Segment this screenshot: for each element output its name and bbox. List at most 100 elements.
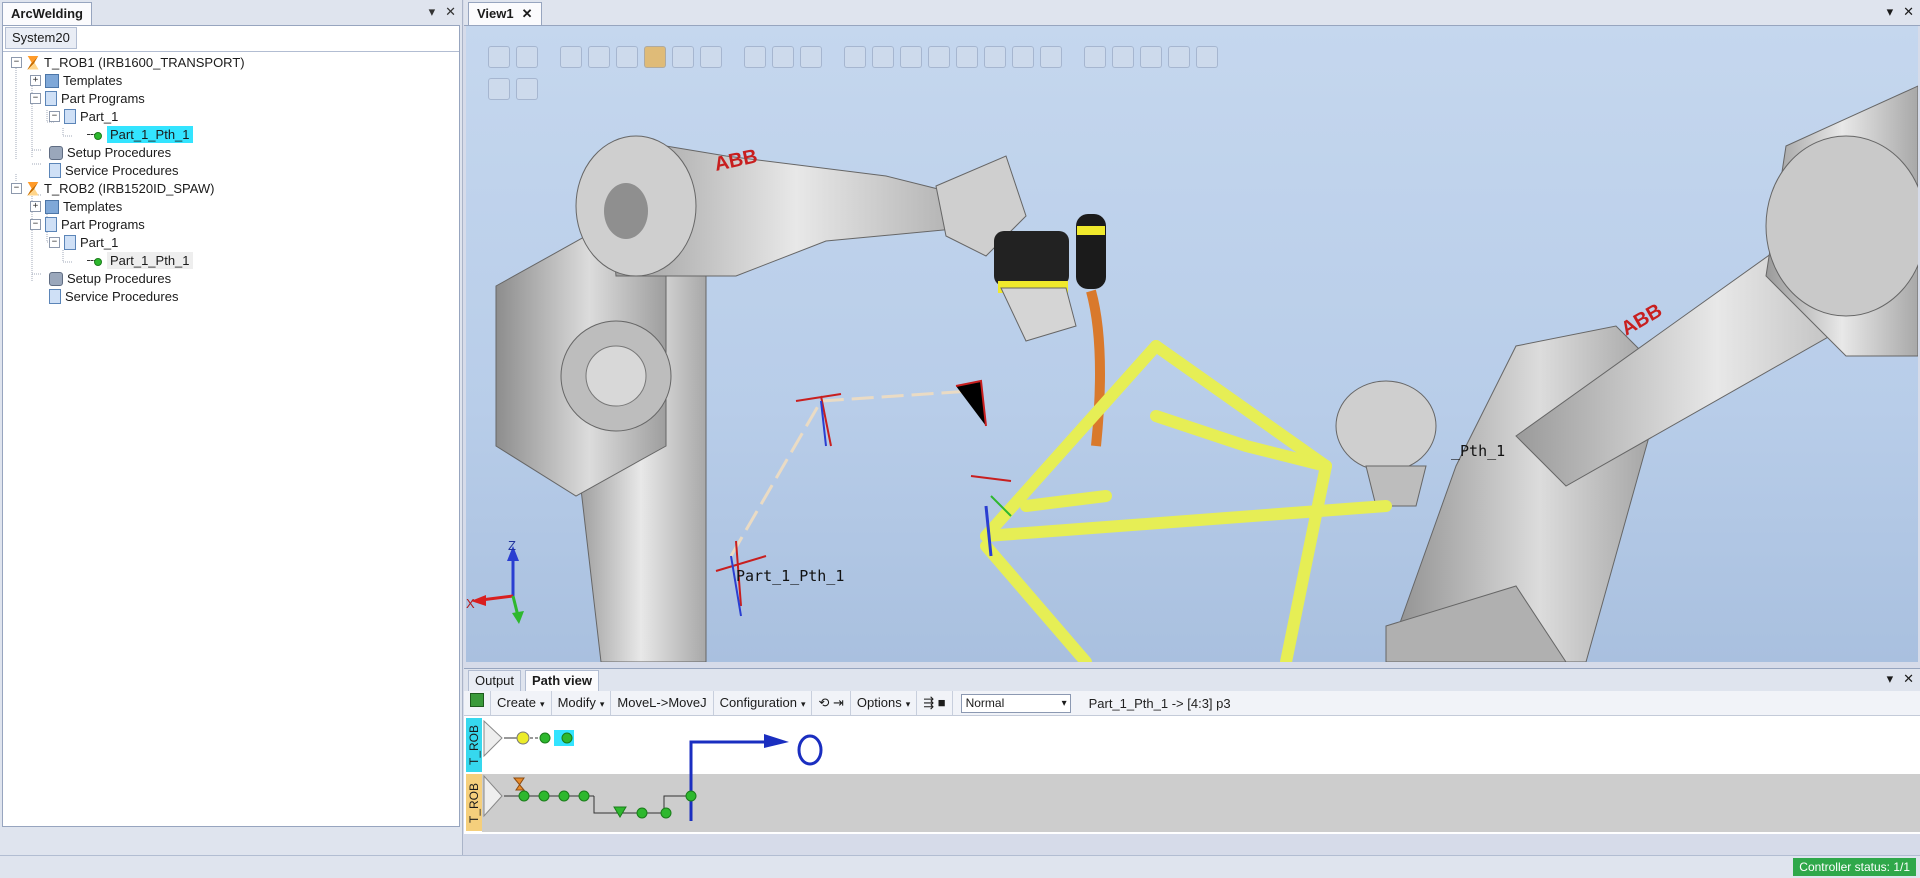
measure-minimum-icon[interactable] [1168, 46, 1190, 68]
snap-off-icon[interactable] [1040, 46, 1062, 68]
tree-item-part-programs-2[interactable]: − Part Programs [30, 216, 145, 233]
tree-item-path-1[interactable]: Part_1_Pth_1 [87, 126, 193, 143]
collapse-icon[interactable]: − [11, 183, 22, 194]
scene: ABB ABB Z X Part_1_Pth_1 _Pth_1 [466, 85, 1918, 662]
select-part-icon[interactable] [644, 46, 666, 68]
templates-icon [45, 73, 59, 88]
view-center-icon[interactable] [516, 46, 538, 68]
select-target-icon[interactable] [744, 46, 766, 68]
right-robot[interactable] [1335, 85, 1918, 662]
run-path-icon[interactable]: ⇶ ■ [917, 691, 953, 715]
movel-movej-button[interactable]: MoveL->MoveJ [611, 691, 714, 715]
tab-path-view[interactable]: Path view [525, 670, 599, 691]
select-frame-icon[interactable] [800, 46, 822, 68]
snap-edge-icon[interactable] [900, 46, 922, 68]
tree-item-path-2[interactable]: Part_1_Pth_1 [87, 252, 193, 269]
view-all-icon[interactable] [488, 46, 510, 68]
snap-local-origin-icon[interactable] [984, 46, 1006, 68]
measure-angle-icon[interactable] [1112, 46, 1134, 68]
view-menu-icon[interactable]: ▾ [1887, 4, 1894, 19]
tree-item-t-rob1[interactable]: − T_ROB1 (IRB1600_TRANSPORT) [11, 54, 245, 71]
bicycle-frame[interactable] [980, 340, 1392, 662]
create-menu[interactable]: Create ▾ [491, 691, 552, 715]
snap-grid-icon[interactable] [1012, 46, 1034, 68]
collapse-icon[interactable]: − [49, 111, 60, 122]
snap-end-icon[interactable] [928, 46, 950, 68]
create-label: Create [497, 695, 537, 710]
path-lanes: T_ROB T_ROB [464, 716, 1920, 834]
arcwelding-panel: ArcWelding ▾ ✕ System20 − T_ROB1 (IRB1600_… [0, 0, 463, 855]
expand-icon[interactable]: + [30, 75, 41, 86]
panel-controls: ▾ ✕ [419, 4, 456, 20]
lane1-start-marker[interactable] [483, 719, 503, 758]
path-view-icon[interactable] [464, 691, 491, 715]
dropdown-arrow-icon: ▾ [599, 699, 605, 709]
snap-object-icon[interactable] [844, 46, 866, 68]
bottom-controls: ▾ ✕ [1877, 671, 1914, 687]
path-label-right: _Pth_1 [1451, 442, 1505, 460]
dropdown-arrow-icon: ▾ [905, 699, 911, 709]
system-tab[interactable]: System20 [5, 27, 77, 49]
modify-menu[interactable]: Modify ▾ [552, 691, 612, 715]
path-point-selected[interactable] [561, 732, 573, 744]
tree-label: Part Programs [61, 91, 145, 106]
configuration-label: Configuration [719, 695, 797, 710]
close-view-icon[interactable]: ✕ [522, 6, 533, 21]
path-info: Part_1_Pth_1 -> [4:3] p3 [1088, 695, 1231, 711]
sync-buttons[interactable]: ⟲ ⇥ [812, 691, 851, 715]
tree-label-selected: Part_1_Pth_1 [107, 126, 193, 143]
select-curve-icon[interactable] [560, 46, 582, 68]
tree-item-templates-2[interactable]: + Templates [30, 198, 122, 215]
tree-item-setup-2[interactable]: Setup Procedures [49, 270, 171, 287]
expand-icon[interactable]: + [30, 201, 41, 212]
collapse-icon[interactable]: − [30, 93, 41, 104]
tree-item-setup-1[interactable]: Setup Procedures [49, 144, 171, 161]
measure-points-icon[interactable] [1196, 46, 1218, 68]
panel-menu-icon[interactable]: ▾ [429, 4, 436, 19]
snap-midpoint-icon[interactable] [956, 46, 978, 68]
bottom-menu-icon[interactable]: ▾ [1887, 671, 1894, 686]
measure-diameter-icon[interactable] [1140, 46, 1162, 68]
tree-item-service-1[interactable]: Service Procedures [49, 162, 178, 179]
select-body-icon[interactable] [616, 46, 638, 68]
tree-label: Service Procedures [65, 163, 179, 178]
setup-procedures-icon [49, 271, 63, 286]
measure-distance-icon[interactable] [1084, 46, 1106, 68]
view-toolbar [488, 46, 1218, 68]
lane2-start-marker[interactable] [483, 774, 503, 818]
robot-task-icon [27, 181, 39, 196]
tree-item-t-rob2[interactable]: − T_ROB2 (IRB1520ID_SPAW) [11, 180, 215, 197]
play-icon[interactable] [488, 78, 510, 100]
tree-item-part-programs-1[interactable]: − Part Programs [30, 90, 145, 107]
path-label-main: Part_1_Pth_1 [736, 567, 844, 585]
select-surface-icon[interactable] [588, 46, 610, 68]
stop-icon[interactable] [516, 78, 538, 100]
tree-label: Part_1 [80, 235, 119, 250]
view-close-icon[interactable]: ✕ [1903, 4, 1914, 19]
panel-close-icon[interactable]: ✕ [445, 4, 456, 19]
arcwelding-tab[interactable]: ArcWelding [2, 2, 92, 25]
tree-item-service-2[interactable]: Service Procedures [49, 288, 178, 305]
tree-item-part-1[interactable]: − Part_1 [49, 108, 118, 125]
status-bar: Controller status: 1/1 [0, 855, 1920, 878]
bottom-close-icon[interactable]: ✕ [1903, 671, 1914, 686]
select-path-icon[interactable] [772, 46, 794, 68]
collapse-icon[interactable]: − [49, 237, 60, 248]
path-icon [87, 129, 103, 141]
options-menu[interactable]: Options ▾ [851, 691, 918, 715]
configuration-menu[interactable]: Configuration ▾ [714, 691, 813, 715]
tree-item-templates-1[interactable]: + Templates [30, 72, 122, 89]
select-group-icon[interactable] [700, 46, 722, 68]
path-point[interactable] [516, 731, 530, 745]
collapse-icon[interactable]: − [11, 57, 22, 68]
snap-center-icon[interactable] [872, 46, 894, 68]
tab-output[interactable]: Output [468, 670, 522, 692]
view1-tab[interactable]: View1 ✕ [468, 2, 542, 25]
speed-select[interactable]: Normal [960, 693, 1071, 713]
tree-item-part-2[interactable]: − Part_1 [49, 234, 118, 251]
3d-viewport[interactable]: ABB ABB Z X Part_1_Pth_1 _Pth_1 [466, 26, 1918, 662]
collapse-icon[interactable]: − [30, 219, 41, 230]
controller-status[interactable]: Controller status: 1/1 [1793, 858, 1916, 876]
select-mechanism-icon[interactable] [672, 46, 694, 68]
path-point[interactable] [539, 732, 551, 744]
